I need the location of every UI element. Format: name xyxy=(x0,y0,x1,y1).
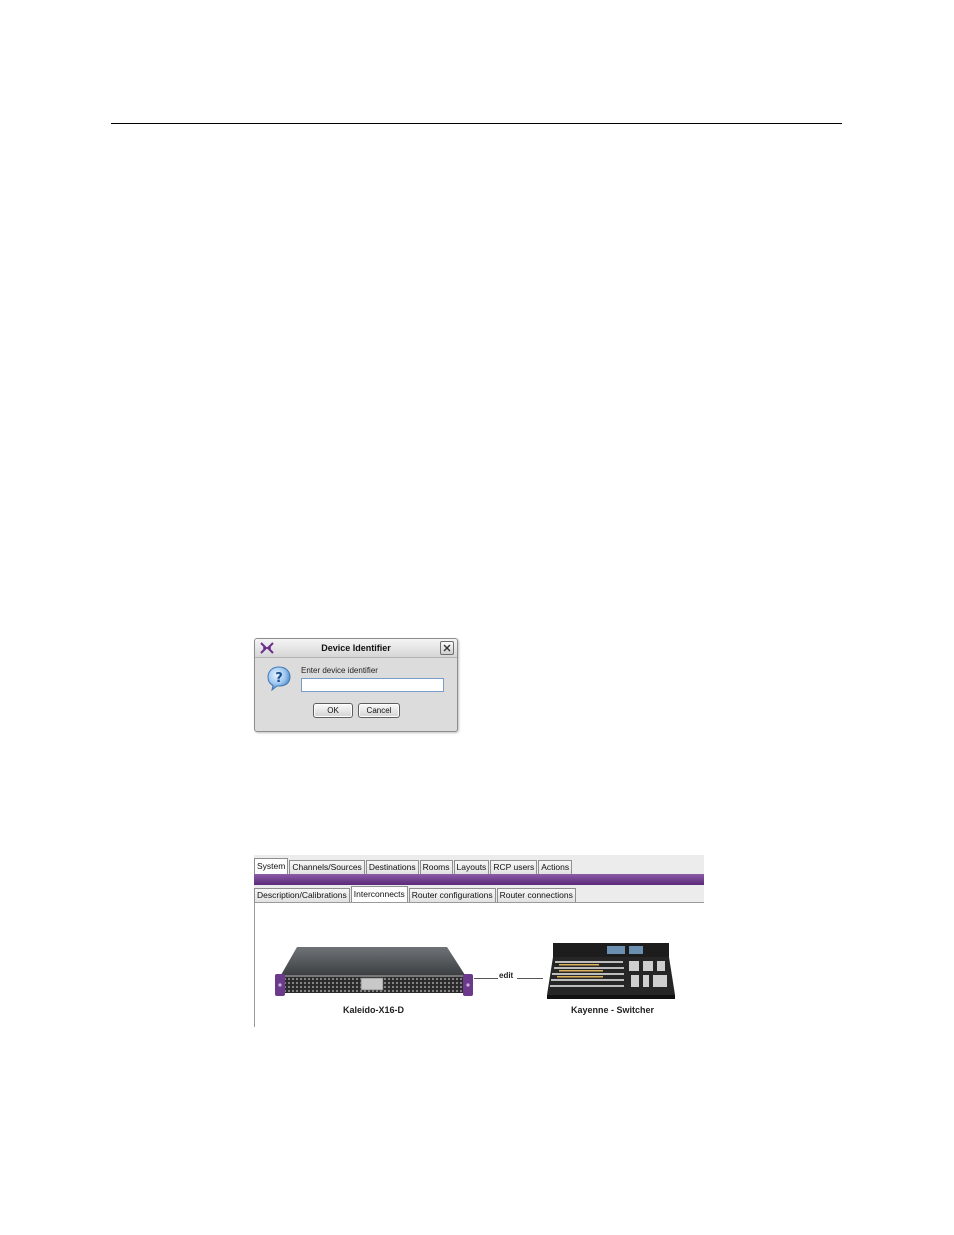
kayenne-switcher-image[interactable] xyxy=(547,943,675,999)
system-config-panel: System Channels/Sources Destinations Roo… xyxy=(254,855,704,1027)
close-button[interactable] xyxy=(440,641,454,655)
edit-link[interactable]: edit xyxy=(499,971,513,980)
dialog-prompt: Enter device identifier xyxy=(301,666,378,675)
dialog-title: Device Identifier xyxy=(321,643,391,653)
device-identifier-dialog: Device Identifier ? Enter device identif… xyxy=(254,638,458,732)
tab-rooms[interactable]: Rooms xyxy=(419,860,453,874)
main-tab-bar: System Channels/Sources Destinations Roo… xyxy=(254,858,573,874)
tab-layouts[interactable]: Layouts xyxy=(453,860,490,874)
subtab-router-configurations[interactable]: Router configurations xyxy=(408,888,496,902)
sub-tab-bar: Description/Calibrations Interconnects R… xyxy=(254,886,577,902)
svg-text:?: ? xyxy=(275,671,283,686)
accent-bar xyxy=(254,874,704,885)
subtab-description-calibrations[interactable]: Description/Calibrations xyxy=(254,888,350,902)
ok-button[interactable]: OK xyxy=(313,703,353,718)
close-icon xyxy=(443,644,451,652)
tab-destinations[interactable]: Destinations xyxy=(365,860,419,874)
question-icon: ? xyxy=(267,666,291,691)
subtab-interconnects[interactable]: Interconnects xyxy=(350,886,408,902)
dialog-title-bar[interactable]: Device Identifier xyxy=(255,639,457,658)
interconnects-view: edit Kaleido-X16-D Kayenne - Switcher xyxy=(254,902,704,1027)
page-header-rule xyxy=(111,123,842,124)
device-label-kayenne: Kayenne - Switcher xyxy=(571,1005,655,1015)
tab-system[interactable]: System xyxy=(254,858,289,874)
tab-rcp-users[interactable]: RCP users xyxy=(490,860,538,874)
tab-channels-sources[interactable]: Channels/Sources xyxy=(289,860,365,874)
tab-actions[interactable]: Actions xyxy=(538,860,573,874)
cancel-button[interactable]: Cancel xyxy=(358,703,400,718)
subtab-router-connections[interactable]: Router connections xyxy=(496,888,576,902)
interconnect-line-right xyxy=(517,978,543,979)
device-identifier-input[interactable] xyxy=(301,678,444,692)
device-label-kaleido: Kaleido-X16-D xyxy=(343,1005,405,1015)
interconnect-line-left xyxy=(474,978,498,979)
kaleido-device-image[interactable] xyxy=(275,945,473,1001)
